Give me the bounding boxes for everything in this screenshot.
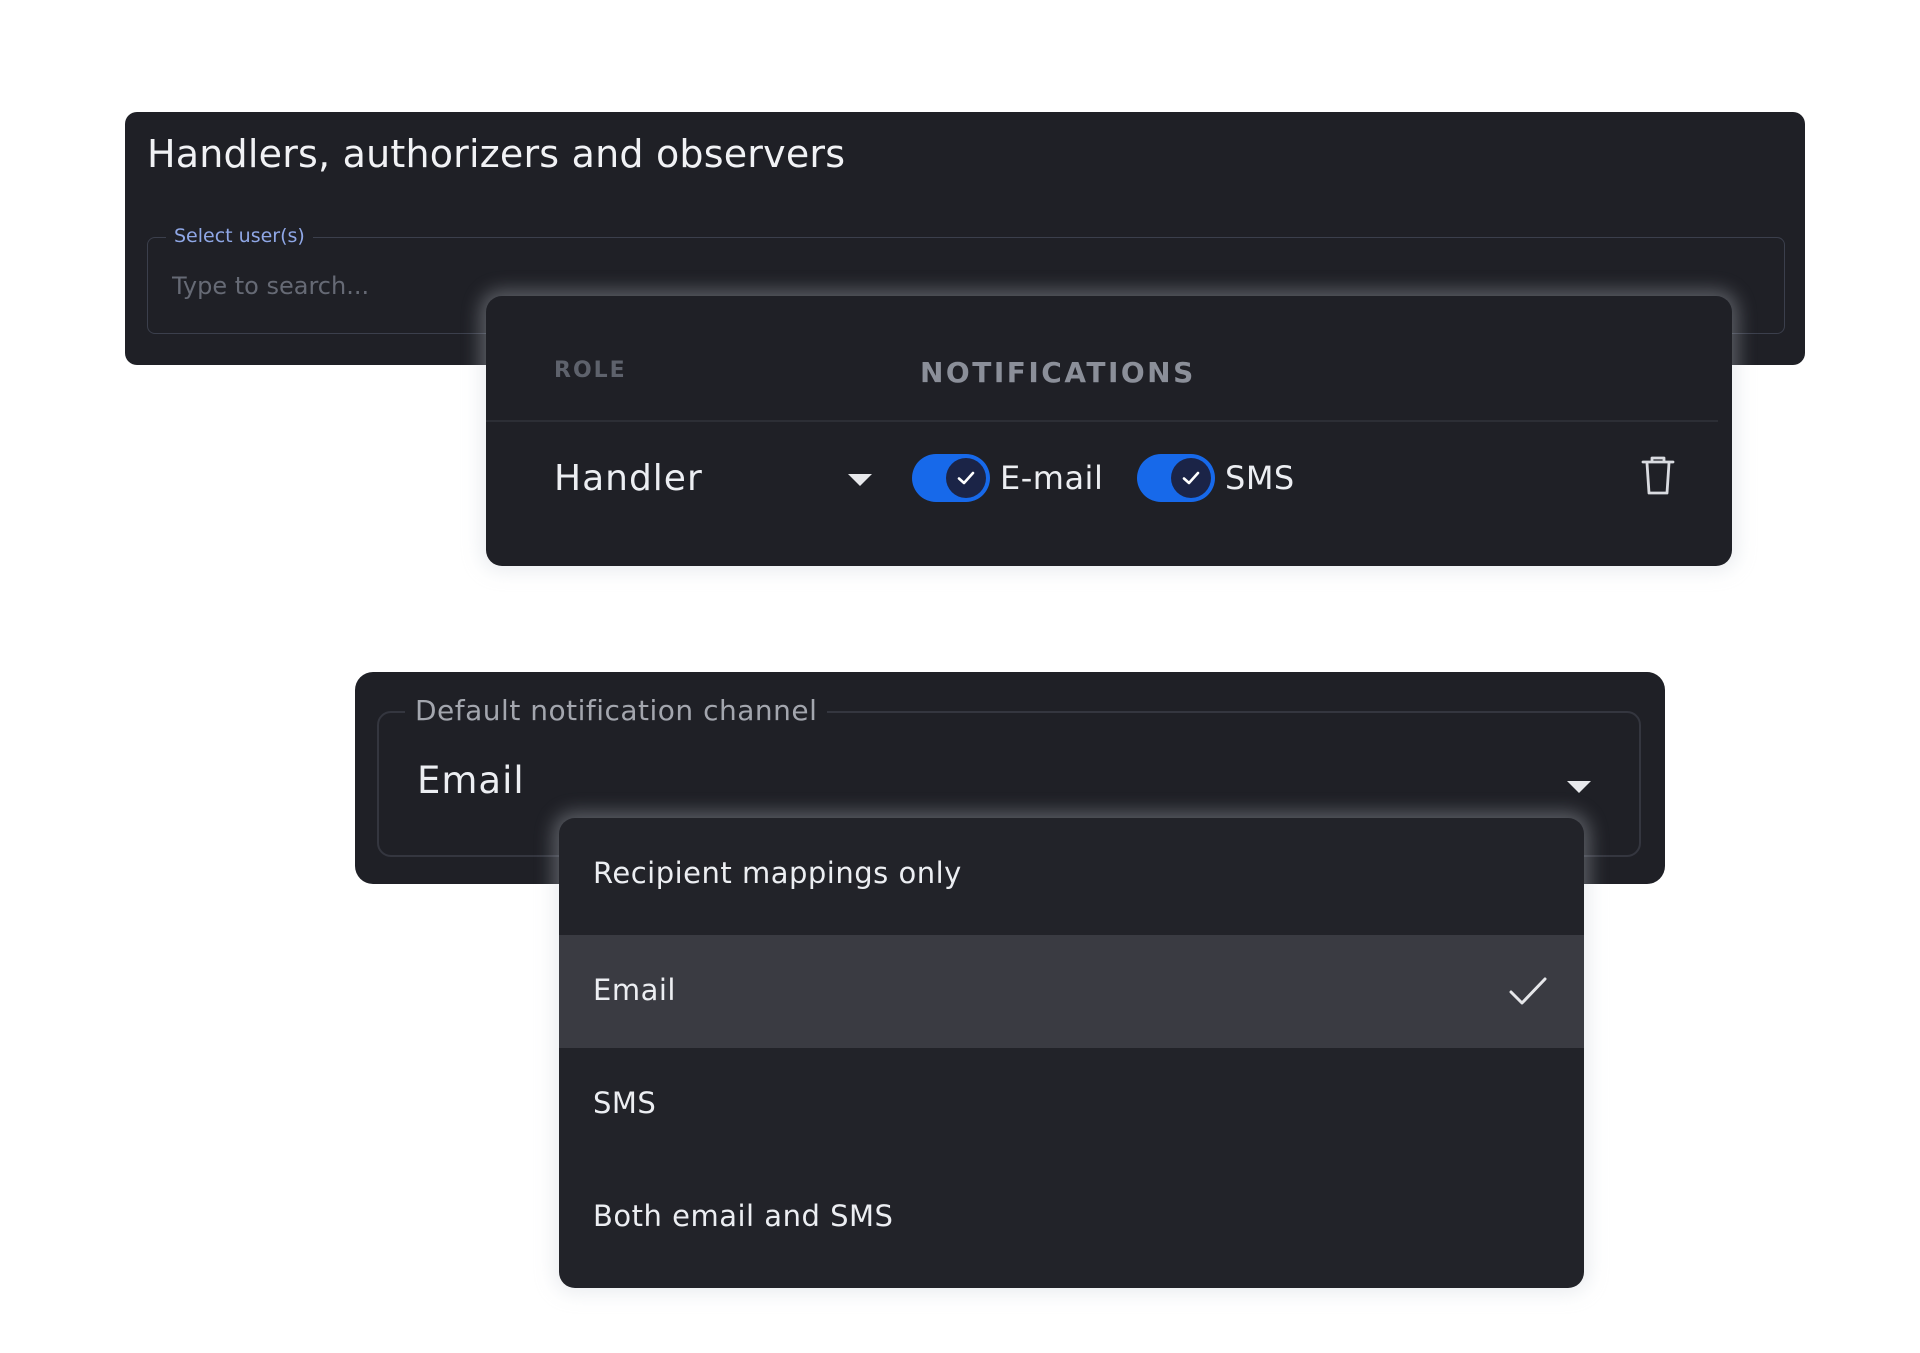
delete-row-button[interactable]	[1640, 454, 1676, 496]
option-both-email-and-sms[interactable]: Both email and SMS	[559, 1161, 1584, 1274]
option-sms[interactable]: SMS	[559, 1048, 1584, 1161]
default-channel-value: Email	[417, 759, 525, 802]
check-icon	[957, 471, 975, 485]
role-notifications-card: ROLE NOTIFICATIONS Handler E-mail SMS	[486, 296, 1732, 566]
panel-title: Handlers, authorizers and observers	[147, 132, 846, 176]
toggle-knob	[946, 458, 986, 498]
trash-icon	[1641, 456, 1675, 495]
channel-options-menu: Recipient mappings only Email SMS Both e…	[559, 818, 1584, 1288]
checkmark-icon	[1509, 977, 1547, 1005]
header-divider	[486, 420, 1718, 422]
toggle-switch[interactable]	[912, 454, 990, 502]
sms-notification-toggle[interactable]: SMS	[1137, 450, 1295, 506]
option-label: Recipient mappings only	[593, 856, 962, 890]
caret-down-icon	[848, 474, 872, 486]
email-toggle-label: E-mail	[1000, 459, 1104, 497]
option-label: Both email and SMS	[593, 1199, 894, 1233]
option-label: Email	[593, 973, 676, 1007]
caret-down-icon	[1567, 781, 1591, 793]
toggle-knob	[1171, 458, 1211, 498]
check-icon	[1182, 471, 1200, 485]
option-email[interactable]: Email	[559, 935, 1584, 1048]
role-select[interactable]: Handler	[554, 450, 872, 510]
role-column-header: ROLE	[554, 358, 627, 383]
toggle-switch[interactable]	[1137, 454, 1215, 502]
option-recipient-mappings-only[interactable]: Recipient mappings only	[559, 818, 1584, 931]
sms-toggle-label: SMS	[1225, 459, 1295, 497]
select-users-label: Select user(s)	[166, 225, 313, 247]
role-select-value: Handler	[554, 458, 703, 499]
notifications-column-header: NOTIFICATIONS	[920, 356, 1196, 389]
option-label: SMS	[593, 1086, 657, 1120]
email-notification-toggle[interactable]: E-mail	[912, 450, 1103, 506]
